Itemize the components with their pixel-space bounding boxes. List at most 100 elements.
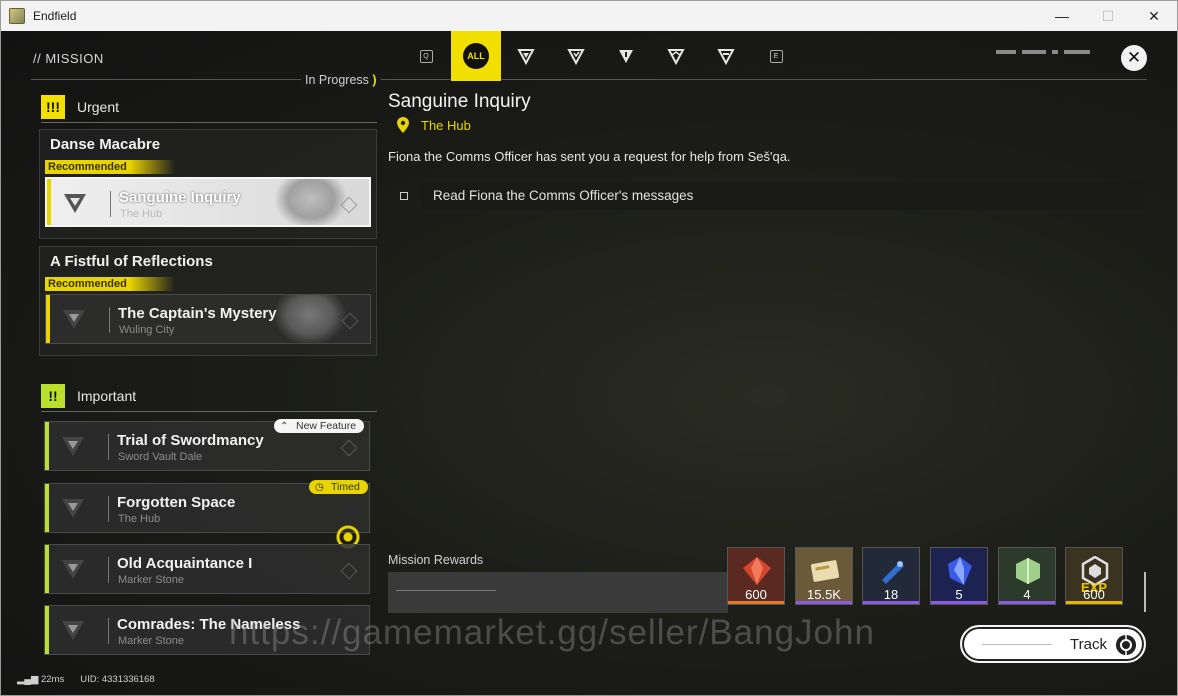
rarity-strip: [728, 601, 784, 604]
all-tab-label: ALL: [463, 43, 489, 69]
card-separator: [108, 434, 109, 460]
chevrons-up-icon: ⌃: [280, 421, 289, 432]
mission-description: Fiona the Comms Officer has sent you a r…: [388, 149, 791, 164]
q-key-icon: Q: [419, 49, 433, 63]
mission-location: Sword Vault Dale: [118, 451, 203, 463]
track-button[interactable]: Track: [960, 625, 1146, 663]
card-accent-bar: [47, 179, 51, 225]
card-separator: [108, 496, 109, 522]
character-portrait: [275, 179, 347, 225]
new-feature-badge: ⌃ New Feature: [274, 419, 365, 433]
app-window: Endfield — ☐ ✕ // MISSION In Progress ) …: [0, 0, 1178, 696]
in-progress-text: In Progress: [305, 73, 369, 87]
mission-title: Sanguine Inquiry: [119, 189, 241, 206]
window-title: Endfield: [33, 9, 77, 23]
reward-quantity: 600: [1083, 587, 1105, 602]
important-divider: [41, 411, 377, 412]
reward-item-2[interactable]: 15.5K: [795, 547, 853, 605]
tab-type-1[interactable]: [501, 31, 551, 81]
mission-mark-icon: [340, 562, 358, 580]
rewards-bar: [388, 572, 728, 613]
green-crystal-icon: [1016, 558, 1040, 584]
window-close-button[interactable]: ✕: [1131, 1, 1177, 31]
location-text: The Hub: [421, 117, 471, 133]
urgent-divider: [41, 122, 377, 123]
reward-item-4[interactable]: 5: [930, 547, 988, 605]
tab-type-3[interactable]: [601, 31, 651, 81]
tab-e[interactable]: E: [751, 31, 801, 81]
tab-q[interactable]: Q: [401, 31, 451, 81]
character-portrait: [274, 295, 346, 343]
window-titlebar: Endfield — ☐ ✕: [1, 1, 1177, 31]
mission-type-icon: [62, 621, 84, 640]
mission-detail-title: Sanguine Inquiry: [388, 91, 531, 112]
mission-group-danse-macabre: Danse Macabre Recommended Sanguine Inqui…: [39, 129, 377, 239]
objective-checkbox: [400, 192, 408, 200]
rewards-label: Mission Rewards: [388, 553, 484, 567]
mission-card-old-acquaintance[interactable]: Old Acquaintance I Marker Stone: [44, 544, 370, 594]
mission-screen: // MISSION In Progress ) Q ALL E ✕ !!! U…: [1, 31, 1177, 695]
card-accent-bar: [45, 606, 49, 654]
card-accent-bar: [45, 545, 49, 593]
mission-type-icon: [64, 194, 86, 213]
card-accent-bar: [45, 422, 49, 470]
rarity-strip: [863, 601, 919, 604]
location-pin-icon: [397, 117, 409, 133]
reward-item-6[interactable]: EXP 600: [1065, 547, 1123, 605]
mission-location: Wuling City: [119, 324, 175, 336]
clock-icon: ◷: [315, 482, 324, 493]
reward-quantity: 15.5K: [807, 587, 841, 602]
watermark-text: https://gamemarket.gg/seller/BangJohn: [229, 613, 875, 652]
close-mission-button[interactable]: ✕: [1121, 45, 1147, 71]
card-separator: [109, 307, 110, 333]
tab-type-5[interactable]: [701, 31, 751, 81]
mission-group-a-fistful-of-reflections: A Fistful of Reflections Recommended The…: [39, 246, 377, 356]
mission-card-the-captains-mystery[interactable]: The Captain's Mystery Wuling City: [45, 294, 371, 344]
uid-text: UID: 4331336168: [80, 674, 155, 685]
recommended-tag: Recommended: [45, 160, 175, 174]
mission-location: The Hub: [120, 208, 163, 220]
rarity-strip: [1066, 601, 1122, 604]
mission-location: The Hub: [118, 513, 161, 525]
mission-type-4-icon: [667, 49, 685, 65]
reward-item-5[interactable]: 4: [998, 547, 1056, 605]
recommended-tag: Recommended: [45, 277, 175, 291]
tab-all[interactable]: ALL: [451, 31, 501, 81]
blue-crystal-icon: [948, 557, 972, 585]
minimize-button[interactable]: —: [1039, 1, 1085, 31]
mission-card-sanguine-inquiry[interactable]: Sanguine Inquiry The Hub: [45, 177, 371, 227]
mission-filter-tabs: Q ALL E: [401, 31, 801, 81]
timed-text: Timed: [331, 481, 360, 493]
mission-type-icon: [62, 499, 84, 518]
maximize-button[interactable]: ☐: [1085, 1, 1131, 31]
timed-badge: ◷ Timed: [309, 480, 368, 494]
mission-type-icon: [63, 310, 85, 329]
rewards-bar-line: [396, 590, 496, 591]
tab-type-2[interactable]: [551, 31, 601, 81]
ping-value: 22ms: [40, 674, 65, 685]
reward-quantity: 600: [745, 587, 767, 602]
important-section-header: !! Important: [41, 384, 136, 408]
urgent-label: Urgent: [77, 99, 120, 115]
mission-objective: Read Fiona the Comms Officer's messages: [421, 182, 1144, 210]
important-label: Important: [77, 388, 137, 404]
new-feature-text: New Feature: [296, 420, 357, 432]
in-progress-label: In Progress ): [301, 73, 381, 87]
tab-type-4[interactable]: [651, 31, 701, 81]
card-separator: [108, 557, 109, 583]
mission-type-5-icon: [717, 49, 735, 65]
reward-item-3[interactable]: 18: [862, 547, 920, 605]
card-separator: [110, 191, 111, 217]
mission-type-2-icon: [567, 49, 585, 65]
track-line: [982, 644, 1052, 645]
mission-mark-icon: [340, 439, 358, 457]
in-progress-bracket: ): [372, 73, 377, 87]
status-bar: ▂▄▆ 22ms UID: 4331336168: [17, 674, 155, 685]
mission-type-icon: [62, 560, 84, 579]
reward-quantity: 4: [1023, 587, 1031, 602]
mission-type-icon: [62, 437, 84, 456]
urgent-icon: !!!: [41, 95, 65, 119]
reward-item-1[interactable]: 600: [727, 547, 785, 605]
card-accent-bar: [46, 295, 50, 343]
mission-location: Marker Stone: [118, 574, 185, 586]
